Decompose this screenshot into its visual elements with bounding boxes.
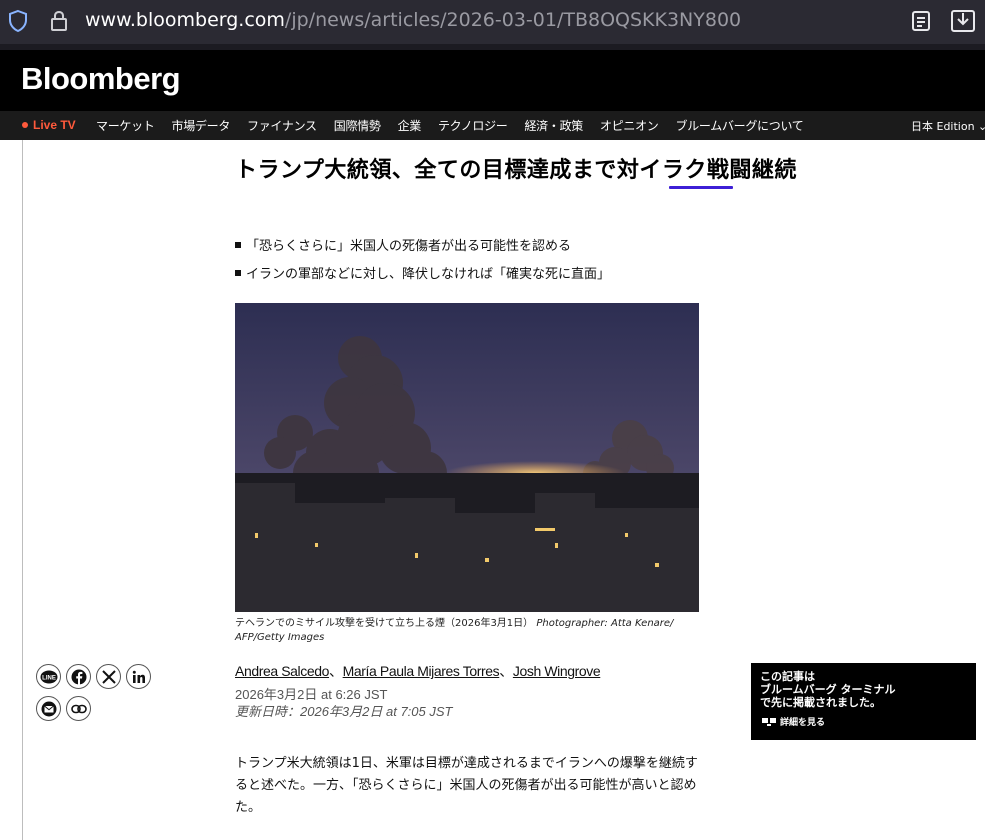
terminal-more-link[interactable]: 詳細を見る [762,715,825,728]
line-icon[interactable]: LINE [36,664,61,689]
nav-item-technology[interactable]: テクノロジー [438,117,508,134]
x-icon[interactable] [96,664,121,689]
article-summary: 「恐らくさらに」米国人の死傷者が出る可能性を認める イランの軍部などに対し、降伏… [235,233,795,289]
nav-item-opinion[interactable]: オピニオン [600,117,659,134]
facebook-icon[interactable] [66,664,91,689]
nav-item-market-data[interactable]: 市場データ [172,117,231,134]
nav-items: マーケット 市場データ ファイナンス 国際情勢 企業 テクノロジー 経済・政策 … [96,117,820,134]
edition-selector[interactable]: 日本 Edition ⌄ [911,118,985,134]
nav-item-finance[interactable]: ファイナンス [247,117,317,134]
url-path: /jp/news/articles/2026-03-01/TB8OQSKK3NY… [284,9,742,31]
linkedin-icon[interactable] [126,664,151,689]
article-photo [235,303,699,612]
line-icon-text: LINE [42,675,56,681]
reader-view-icon[interactable] [910,9,932,37]
download-icon[interactable] [949,7,977,39]
terminal-line-3: で先に掲載されました。 [760,696,881,709]
summary-bullet: イランの軍部などに対し、降伏しなければ「確実な死に直面」 [235,261,795,289]
updated-date: 更新日時：2026年3月2日 at 7:05 JST [235,704,453,719]
terminal-more-label: 詳細を見る [780,718,826,728]
live-tv-link[interactable]: Live TV [22,118,76,132]
terminal-promo-text: この記事は ブルームバーグ ターミナル で先に掲載されました。 [760,670,960,709]
live-dot-icon [22,122,28,128]
bloomberg-logo[interactable]: Bloomberg [21,61,181,97]
link-icon[interactable] [66,696,91,721]
summary-bullet: 「恐らくさらに」米国人の死傷者が出る可能性を認める [235,233,795,261]
nav-item-economics[interactable]: 経済・政策 [524,117,583,134]
lock-icon[interactable] [48,9,70,37]
nav-item-world[interactable]: 国際情勢 [334,117,381,134]
site-header: Bloomberg [0,50,985,111]
article-headline: トランプ大統領、全ての目標達成まで対イラク戦闘継続 [235,158,797,183]
live-tv-label: Live TV [33,118,76,132]
nav-item-companies[interactable]: 企業 [398,117,422,134]
author-link[interactable]: Josh Wingrove [513,663,601,679]
photo-caption: テヘランでのミサイル攻撃を受けて立ち上る煙（2026年3月1日） Photogr… [235,617,705,645]
terminal-promo[interactable]: この記事は ブルームバーグ ターミナル で先に掲載されました。 詳細を見る [751,663,976,740]
article-body-paragraph: トランプ米大統領は1日、米軍は目標が達成されるまでイランへの爆撃を継続すると述べ… [235,756,698,815]
terminal-line-2: ブルームバーグ ターミナル [760,683,896,696]
byline-authors: Andrea Salcedo、María Paula Mijares Torre… [235,661,601,681]
headline-keyword-underline [669,186,733,189]
url-host: www.bloomberg.com [85,9,285,31]
browser-toolbar: www.bloomberg.com/jp/news/articles/2026-… [0,0,985,44]
author-separator: 、 [499,663,513,679]
left-divider [22,140,23,840]
main-nav: Live TV マーケット 市場データ ファイナンス 国際情勢 企業 テクノロジ… [0,111,985,140]
address-bar[interactable]: www.bloomberg.com/jp/news/articles/2026-… [85,9,741,31]
author-link[interactable]: Andrea Salcedo [235,663,329,679]
mail-icon[interactable] [36,696,61,721]
terminal-line-1: この記事は [760,670,815,683]
caption-text: テヘランでのミサイル攻撃を受けて立ち上る煙（2026年3月1日） [235,618,534,629]
author-separator: 、 [329,663,343,679]
nav-item-markets[interactable]: マーケット [96,117,155,134]
author-link[interactable]: María Paula Mijares Torres [343,663,500,679]
terminal-icon [762,718,776,726]
nav-item-about[interactable]: ブルームバーグについて [676,117,804,134]
shield-icon[interactable] [7,9,29,37]
